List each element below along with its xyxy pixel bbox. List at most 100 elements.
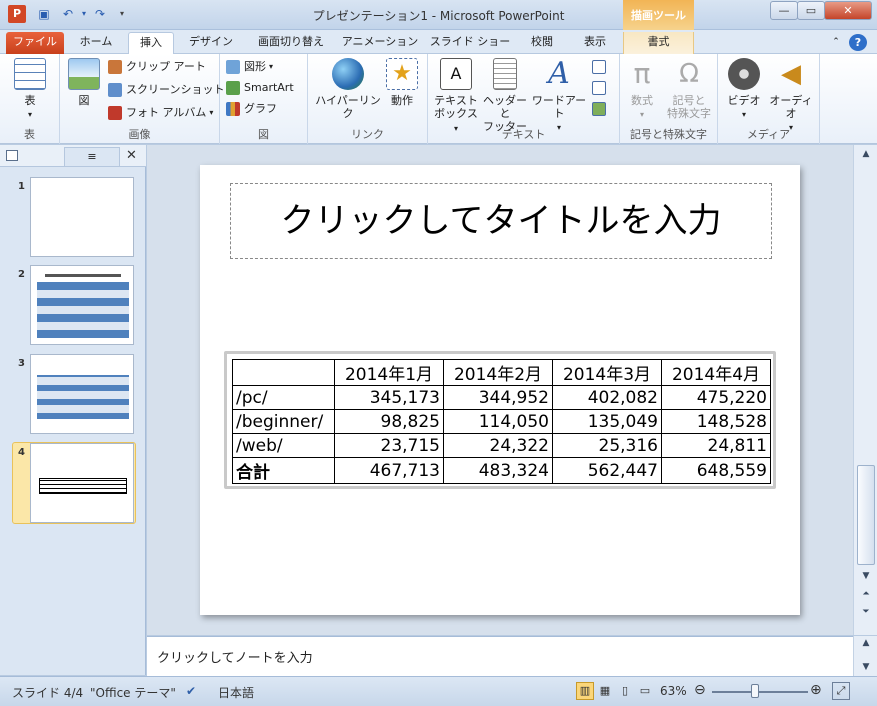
object-button[interactable] (592, 100, 610, 118)
textbox-button[interactable]: A テキスト ボックス ▾ (432, 58, 480, 135)
screenshot-button[interactable]: スクリーンショット ▾ (108, 81, 231, 99)
slide-number-button[interactable] (592, 79, 610, 97)
date-time-button[interactable] (592, 58, 610, 76)
table-cell[interactable]: 648,559 (661, 457, 771, 484)
reading-view-icon[interactable]: ▯ (616, 682, 634, 700)
tab-design[interactable]: デザイン (180, 32, 242, 54)
title-placeholder[interactable]: クリックしてタイトルを入力 (230, 183, 772, 259)
shapes-label: 図形 (244, 60, 266, 73)
smartart-button[interactable]: SmartArt (226, 79, 294, 97)
picture-button[interactable]: 図 (66, 58, 102, 107)
minimize-button[interactable]: — (770, 1, 798, 20)
slide-thumbnail-1[interactable] (30, 177, 134, 257)
scroll-down-icon[interactable]: ▼ (859, 571, 873, 583)
slide-thumbnail-4[interactable] (30, 443, 134, 523)
tab-file[interactable]: ファイル (6, 32, 64, 54)
table-header-cell[interactable]: 2014年4月 (661, 359, 771, 386)
table-total-row: 合計 467,713 483,324 562,447 648,559 (232, 457, 771, 484)
table-cell[interactable]: 562,447 (552, 457, 662, 484)
zoom-slider-handle[interactable] (751, 684, 760, 698)
clip-art-button[interactable]: クリップ アート (108, 58, 206, 76)
spellcheck-icon[interactable]: ✔ (186, 684, 196, 698)
normal-view-icon[interactable]: ▥ (576, 682, 594, 700)
zoom-out-icon[interactable]: ⊖ (694, 682, 706, 698)
language[interactable]: 日本語 (218, 684, 254, 701)
wordart-button[interactable]: A ワードアート ▾ (530, 58, 588, 134)
table-cell[interactable]: 135,049 (552, 409, 662, 434)
notes-pane[interactable]: クリックしてノートを入力 (147, 636, 853, 676)
scroll-thumb[interactable] (857, 465, 875, 565)
close-button[interactable]: ✕ (824, 1, 872, 20)
table-cell[interactable]: 23,715 (334, 433, 444, 458)
help-icon[interactable]: ? (849, 34, 867, 51)
table-header-cell[interactable]: 2014年1月 (334, 359, 444, 386)
thumb-title-line (45, 274, 121, 277)
table-cell[interactable]: 98,825 (334, 409, 444, 434)
table-header-cell[interactable]: 2014年3月 (552, 359, 662, 386)
zoom-slider[interactable] (712, 691, 808, 693)
scroll-up-icon[interactable]: ▲ (859, 149, 873, 161)
zoom-level[interactable]: 63% (660, 684, 687, 698)
notes-scroll-up-icon[interactable]: ▲ (859, 638, 873, 650)
video-button[interactable]: ビデオ ▾ (722, 58, 766, 121)
table-cell[interactable]: 148,528 (661, 409, 771, 434)
slide-sorter-icon[interactable]: ▦ (596, 682, 614, 700)
data-table[interactable]: 2014年1月 2014年2月 2014年3月 2014年4月 /pc/ 345… (232, 359, 771, 484)
speaker-icon: ◀ (781, 59, 801, 89)
table-cell[interactable]: /pc/ (232, 385, 335, 410)
table-cell[interactable]: 402,082 (552, 385, 662, 410)
tab-review[interactable]: 校閲 (522, 32, 562, 54)
previous-slide-icon[interactable]: ⏶ (859, 589, 873, 601)
tab-view[interactable]: 表示 (572, 32, 618, 54)
zoom-in-icon[interactable]: ⊕ (810, 682, 822, 698)
outline-tab-icon[interactable]: ≡ (64, 147, 120, 166)
table-cell[interactable]: 483,324 (443, 457, 553, 484)
action-button[interactable]: ★ 動作 (384, 58, 420, 107)
table-cell[interactable]: 344,952 (443, 385, 553, 410)
table-cell[interactable]: /web/ (232, 433, 335, 458)
fit-to-window-icon[interactable]: ⤢ (832, 682, 850, 700)
table-cell[interactable]: 24,322 (443, 433, 553, 458)
table-selection-frame[interactable]: 2014年1月 2014年2月 2014年3月 2014年4月 /pc/ 345… (224, 351, 776, 489)
tab-transitions[interactable]: 画面切り替え (248, 32, 334, 54)
table-cell[interactable]: /beginner/ (232, 409, 335, 434)
slideshow-view-icon[interactable]: ▭ (636, 682, 654, 700)
tab-slideshow[interactable]: スライド ショー (428, 32, 512, 54)
vertical-scrollbar[interactable]: ▲ ▼ ⏶ ⏷ (853, 145, 877, 635)
notes-scroll-down-icon[interactable]: ▼ (859, 662, 873, 674)
panel-close-icon[interactable]: ✕ (126, 148, 137, 163)
table-header-cell[interactable] (232, 359, 335, 386)
ribbon-collapse-icon[interactable]: ⌃ (828, 32, 844, 54)
table-cell[interactable]: 475,220 (661, 385, 771, 410)
notes-scrollbar[interactable]: ▲ ▼ (853, 636, 877, 676)
photo-album-icon (108, 106, 122, 120)
tab-animations[interactable]: アニメーション (340, 32, 420, 54)
slide-thumbnail-3[interactable] (30, 354, 134, 434)
group-images-label: 画像 (128, 128, 151, 141)
header-footer-button[interactable]: ヘッダーと フッター (480, 58, 530, 133)
next-slide-icon[interactable]: ⏷ (859, 607, 873, 619)
equation-button[interactable]: π 数式 ▾ (622, 58, 662, 121)
tab-insert[interactable]: 挿入 (128, 32, 174, 54)
table-cell[interactable]: 114,050 (443, 409, 553, 434)
slide-thumbnail-2[interactable] (30, 265, 134, 345)
hyperlink-button[interactable]: ハイパーリンク (312, 58, 384, 120)
photo-album-button[interactable]: フォト アルバム ▾ (108, 104, 213, 122)
shapes-button[interactable]: 図形 ▾ (226, 58, 273, 76)
symbol-button[interactable]: Ω 記号と 特殊文字 (662, 58, 716, 120)
shapes-dropdown-icon: ▾ (269, 62, 274, 71)
table-button[interactable]: 表 ▾ (12, 58, 48, 121)
audio-button[interactable]: ◀ オーディオ ▾ (766, 58, 816, 134)
table-cell[interactable]: 467,713 (334, 457, 444, 484)
maximize-button[interactable]: ▭ (797, 1, 825, 20)
table-cell[interactable]: 24,811 (661, 433, 771, 458)
table-cell[interactable]: 345,173 (334, 385, 444, 410)
chart-button[interactable]: グラフ (226, 100, 277, 118)
table-header-cell[interactable]: 2014年2月 (443, 359, 553, 386)
tab-format[interactable]: 書式 (623, 32, 694, 54)
table-cell[interactable]: 合計 (232, 457, 335, 484)
table-cell[interactable]: 25,316 (552, 433, 662, 458)
theme-name[interactable]: "Office テーマ" (90, 684, 176, 701)
slides-tab-icon[interactable] (6, 150, 18, 161)
tab-home[interactable]: ホーム (68, 32, 124, 54)
